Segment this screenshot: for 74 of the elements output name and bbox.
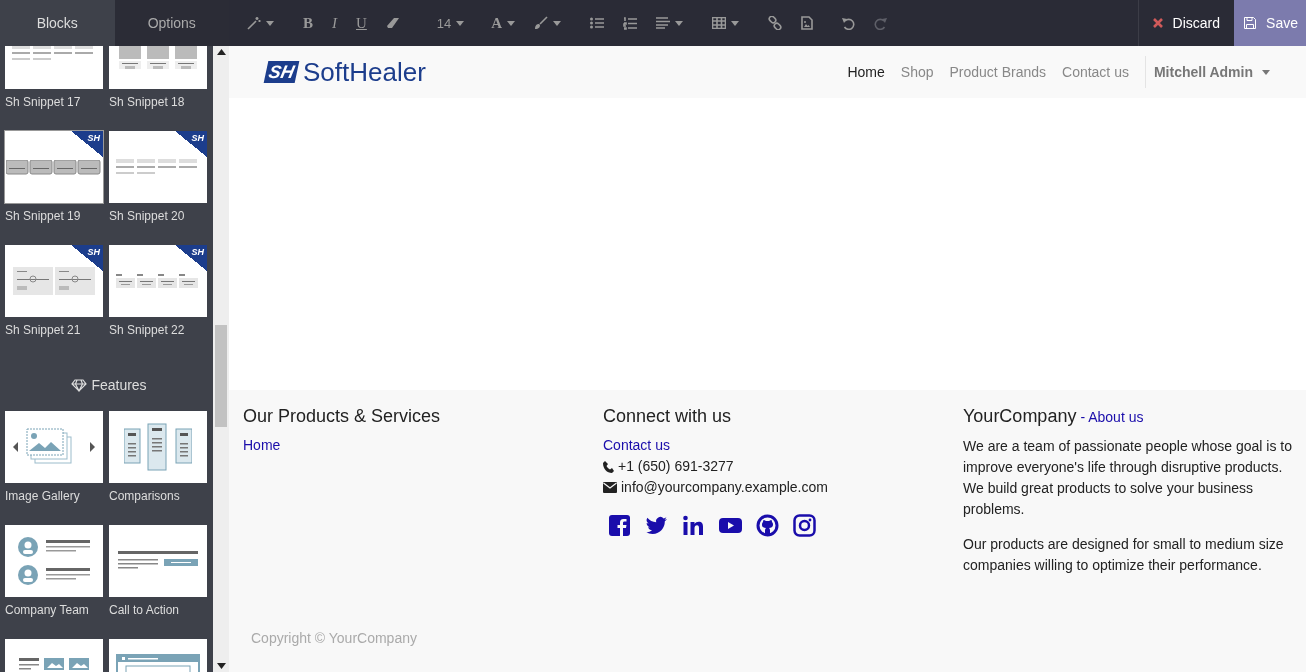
column-heading: Our Products & Services: [243, 406, 441, 427]
magic-wand-icon: [247, 16, 261, 30]
format-button[interactable]: B: [299, 10, 317, 36]
snippet-thumbnail[interactable]: [5, 525, 103, 597]
snippet-label: Sh Snippet 19: [5, 208, 82, 225]
twitter-icon[interactable]: [645, 514, 668, 537]
caret-icon: [1262, 69, 1270, 75]
table-icon: [712, 17, 727, 29]
phone-icon: [603, 460, 614, 473]
format-button[interactable]: I: [328, 10, 341, 36]
corner-badge: SH: [71, 131, 103, 157]
email-address: info@yourcompany.example.com: [621, 478, 828, 497]
undo-icon: [842, 16, 856, 30]
diamond-icon: [71, 378, 88, 392]
snippet-thumbnail[interactable]: [109, 525, 207, 597]
layout-drawing: [18, 537, 90, 585]
envelope-icon: [603, 482, 617, 493]
snippet-thumbnail[interactable]: SH: [5, 131, 103, 203]
snippet-label: Sh Snippet 18: [109, 94, 186, 111]
paintbrush-icon: [534, 16, 549, 30]
bulleted-list-icon: [590, 17, 605, 29]
about-text: Our products are designed for small to medium size companies willing to optimize their performance.: [963, 535, 1285, 575]
snippet-label: Comparisons: [109, 488, 181, 505]
align-left-icon: [656, 17, 671, 29]
column-heading: YourCompany: [963, 406, 1077, 427]
link-icon: [768, 16, 783, 30]
nav-link[interactable]: Contact us: [1062, 64, 1129, 80]
font-size-dropdown[interactable]: 14: [432, 11, 469, 35]
snippet-thumbnail[interactable]: SH: [5, 245, 103, 317]
scroll-down-arrow-icon[interactable]: [216, 663, 226, 669]
nav-link[interactable]: Home: [847, 64, 885, 80]
snippet-label: Sh Snippet 17: [5, 94, 82, 111]
section-title: Features: [91, 377, 147, 393]
nav-link[interactable]: Shop: [900, 64, 934, 80]
snippet-label: Sh Snippet 21: [5, 322, 82, 339]
format-button[interactable]: A: [487, 10, 520, 36]
snippet-label: Company Team: [5, 602, 90, 619]
facebook-icon[interactable]: [608, 514, 631, 537]
numbered-list-icon: [623, 16, 638, 30]
image-file-icon: [801, 16, 814, 30]
nav-link[interactable]: Product Brands: [949, 64, 1046, 80]
scrollbar-thumb[interactable]: [215, 325, 227, 427]
snippet-thumbnail[interactable]: SH: [109, 245, 207, 317]
about-text: We are a team of passionate people whose goal is to improve everyone's life through disruptive products. We build great products to solve your business problems.: [963, 437, 1292, 519]
user-menu[interactable]: Mitchell Admin: [1144, 56, 1270, 88]
footer-link[interactable]: Home: [243, 435, 281, 456]
instagram-icon[interactable]: [793, 514, 816, 537]
github-icon[interactable]: [756, 514, 779, 537]
snippet-label: Image Gallery: [5, 488, 81, 505]
copyright-text: Copyright © YourCompany: [250, 630, 418, 648]
redo-icon: [874, 16, 888, 30]
logo-mark: SH: [263, 61, 300, 83]
close-icon: [1152, 18, 1163, 28]
snippet-label: Sh Snippet 22: [109, 322, 186, 339]
snippet-label: Call to Action: [109, 602, 181, 619]
linkedin-icon[interactable]: [682, 514, 705, 537]
snippet-label: Sh Snippet 20: [109, 208, 186, 225]
phone-number: +1 (650) 691-3277: [618, 457, 734, 476]
eraser-icon: [385, 17, 400, 29]
corner-badge: SH: [175, 131, 207, 157]
logo-text: SoftHealer: [303, 56, 426, 88]
save-button[interactable]: Save: [1234, 0, 1306, 46]
snippet-thumbnail[interactable]: SH: [109, 131, 207, 203]
column-heading: Connect with us: [603, 406, 732, 427]
sidebar-tab[interactable]: Options: [114, 0, 229, 46]
scroll-up-arrow-icon[interactable]: [216, 49, 226, 55]
corner-badge: SH: [175, 245, 207, 271]
layout-drawing: [124, 423, 192, 471]
corner-badge: SH: [71, 245, 103, 271]
snippet-thumbnail[interactable]: [5, 411, 103, 483]
format-button[interactable]: U: [352, 10, 371, 36]
snippet-thumbnail[interactable]: [109, 411, 207, 483]
footer-link[interactable]: Contact us: [603, 435, 670, 456]
about-link[interactable]: - About us: [1080, 407, 1144, 428]
